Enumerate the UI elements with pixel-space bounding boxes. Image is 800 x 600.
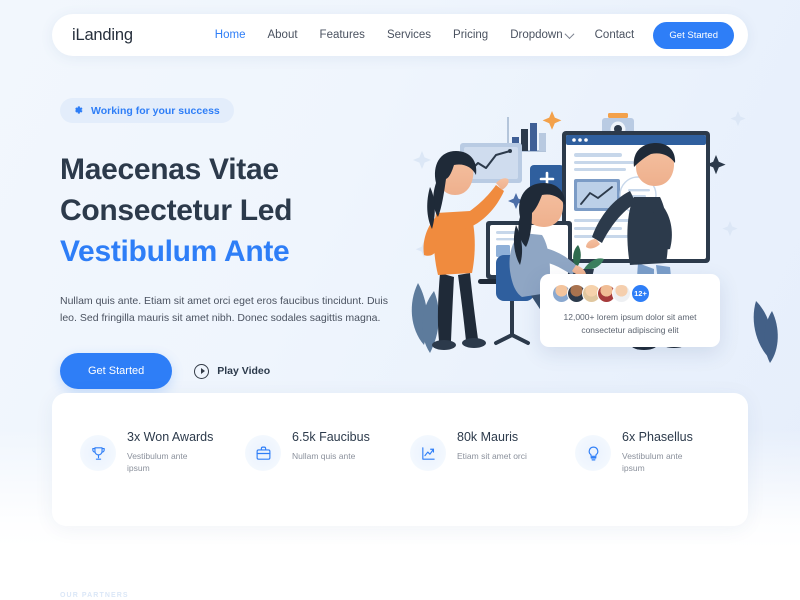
stat-label: Vestibulum ante ipsum <box>622 451 683 473</box>
nav-link-about[interactable]: About <box>267 29 297 41</box>
hero-description: Nullam quis ante. Etiam sit amet orci eg… <box>60 295 388 324</box>
nav-link-about-label: About <box>267 29 298 41</box>
hero-title-line-3: Vestibulum Ante <box>60 235 290 268</box>
nav-link-pricing[interactable]: Pricing <box>453 29 488 41</box>
stat-body: 6x Phasellus Vestibulum ante ipsum <box>622 429 704 474</box>
avatar-overflow-badge: 12+ <box>631 284 650 303</box>
nav-link-dropdown-label: Dropdown <box>510 29 563 41</box>
hero-actions: Get Started Play Video <box>60 353 410 389</box>
testimonial-card: 12+ 12,000+ lorem ipsum dolor sit amet c… <box>540 274 720 347</box>
nav-link-home-label: Home <box>214 29 246 41</box>
stat-label: Nullam quis ante <box>292 451 356 461</box>
play-video-button[interactable]: Play Video <box>194 363 271 379</box>
gear-icon <box>75 106 83 114</box>
hero-get-started-button[interactable]: Get Started <box>60 353 173 389</box>
hero-title-line-1: Maecenas Vitae <box>60 153 279 186</box>
avatar <box>612 284 631 303</box>
stat-value: 6x Phasellus <box>622 430 693 444</box>
testimonial-text: 12,000+ lorem ipsum dolor sit amet conse… <box>563 312 697 335</box>
trophy-icon <box>80 435 116 471</box>
navbar: iLanding Home About Features Services Pr… <box>52 14 748 56</box>
stat-label: Etiam sit amet orci <box>457 451 527 461</box>
hero-title-line-2: Consectetur Led <box>60 194 293 227</box>
hero-badge: Working for your success <box>60 98 234 123</box>
stats-card: 3x Won Awards Vestibulum ante ipsum 6.5k… <box>52 393 748 526</box>
nav-link-contact-label: Contact <box>594 29 635 41</box>
avatar-group: 12+ <box>552 284 708 303</box>
chevron-down-icon <box>564 28 575 39</box>
stat-value: 6.5k Faucibus <box>292 430 370 444</box>
stat-item-mauris: 80k Mauris Etiam sit amet orci <box>400 429 565 471</box>
stat-label: Vestibulum ante ipsum <box>127 451 188 473</box>
nav-link-features-label: Features <box>319 29 365 41</box>
chart-line-icon <box>410 435 446 471</box>
nav-link-dropdown[interactable]: Dropdown <box>510 28 575 41</box>
hero-badge-label: Working for your success <box>91 104 220 117</box>
partners-eyebrow: OUR PARTNERS <box>60 592 129 599</box>
page-title: Maecenas Vitae Consectetur Led Vestibulu… <box>60 149 410 272</box>
nav-link-pricing-label: Pricing <box>453 29 489 41</box>
play-video-label: Play Video <box>217 365 271 377</box>
briefcase-icon <box>245 435 281 471</box>
stat-item-phasellus: 6x Phasellus Vestibulum ante ipsum <box>565 429 730 474</box>
stat-body: 6.5k Faucibus Nullam quis ante <box>292 429 370 462</box>
nav-link-features[interactable]: Features <box>320 29 365 41</box>
logo[interactable]: iLanding <box>72 26 133 45</box>
play-icon <box>194 363 210 379</box>
stat-value: 80k Mauris <box>457 430 519 444</box>
lightbulb-icon <box>575 435 611 471</box>
stat-value: 3x Won Awards <box>127 430 214 444</box>
stat-item-faucibus: 6.5k Faucibus Nullam quis ante <box>235 429 400 471</box>
nav-link-services[interactable]: Services <box>387 29 431 41</box>
nav-link-home[interactable]: Home <box>215 29 246 41</box>
stat-body: 80k Mauris Etiam sit amet orci <box>457 429 527 462</box>
nav-links: Home About Features Services Pricing Dro… <box>215 28 635 41</box>
nav-link-services-label: Services <box>386 29 432 41</box>
nav-link-contact[interactable]: Contact <box>595 29 635 41</box>
hero-content: Working for your success Maecenas Vitae … <box>60 98 410 389</box>
stat-body: 3x Won Awards Vestibulum ante ipsum <box>127 429 213 474</box>
landing-page: iLanding Home About Features Services Pr… <box>0 0 800 600</box>
navbar-get-started-button[interactable]: Get Started <box>653 21 734 49</box>
stat-item-awards: 3x Won Awards Vestibulum ante ipsum <box>70 429 235 474</box>
